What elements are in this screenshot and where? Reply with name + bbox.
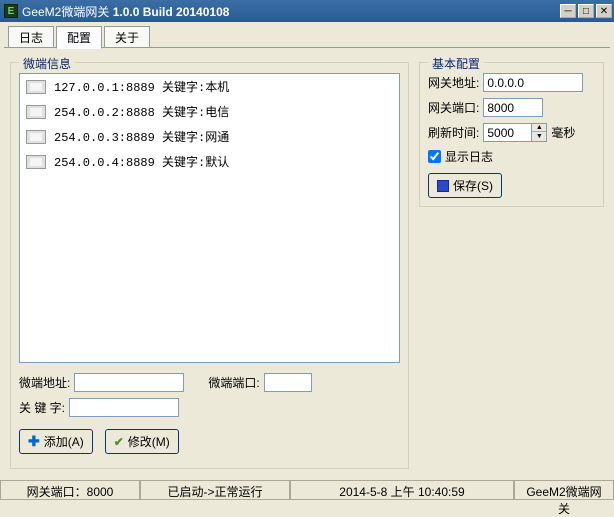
tab-config[interactable]: 配置 [56,26,102,49]
list-item[interactable]: 254.0.0.4:8889 关键字:默认 [20,149,399,174]
save-icon [437,180,449,192]
refresh-label: 刷新时间: [428,124,479,141]
list-item-text: 254.0.0.3:8889 关键字:网通 [54,128,229,145]
refresh-unit: 毫秒 [551,124,575,141]
window-title: GeeM2微端网关 1.0.0 Build 20140108 [22,3,558,20]
spinner-down-icon[interactable]: ▼ [532,132,546,140]
list-item-text: 254.0.0.2:8888 关键字:电信 [54,103,229,120]
modify-button-label: 修改(M) [128,433,170,450]
modify-button[interactable]: ✔ 修改(M) [105,429,179,454]
micro-addr-label: 微端地址: [19,374,70,391]
micro-addr-input[interactable] [74,373,184,392]
status-port: 网关端口：8000 [0,481,140,500]
status-app: GeeM2微端网关 [514,481,614,500]
maximize-button[interactable]: □ [578,4,594,18]
tab-about[interactable]: 关于 [104,26,150,48]
save-button[interactable]: 保存(S) [428,173,502,198]
show-log-label: 显示日志 [445,148,493,165]
refresh-input[interactable] [483,123,531,142]
refresh-spinner[interactable]: ▲▼ [483,123,547,142]
save-button-label: 保存(S) [453,177,493,194]
micro-info-title: 微端信息 [19,55,75,72]
gateway-port-label: 网关端口: [428,99,479,116]
monitor-icon [26,130,46,144]
monitor-icon [26,105,46,119]
plus-icon: ✚ [28,433,40,450]
titlebar: E GeeM2微端网关 1.0.0 Build 20140108 ─ □ ✕ [0,0,614,22]
add-button[interactable]: ✚添加(A) [19,429,93,454]
title-prefix: GeeM2微端网关 [22,5,113,19]
keyword-input[interactable] [69,398,179,417]
list-item[interactable]: 127.0.0.1:8889 关键字:本机 [20,74,399,99]
status-time: 2014-5-8 上午 10:40:59 [290,481,514,500]
title-version: 1.0.0 Build 20140108 [113,5,230,19]
statusbar: 网关端口：8000 已启动->正常运行 2014-5-8 上午 10:40:59… [0,480,614,500]
keyword-label: 关 键 字: [19,399,65,416]
close-button[interactable]: ✕ [596,4,612,18]
micro-port-label: 微端端口: [208,374,259,391]
add-button-label: 添加(A) [44,433,84,450]
show-log-checkbox[interactable] [428,150,441,163]
list-item[interactable]: 254.0.0.3:8889 关键字:网通 [20,124,399,149]
gateway-addr-label: 网关地址: [428,74,479,91]
status-state: 已启动->正常运行 [140,481,290,500]
micro-port-input[interactable] [264,373,312,392]
spinner-up-icon[interactable]: ▲ [532,124,546,132]
monitor-icon [26,80,46,94]
micro-list[interactable]: 127.0.0.1:8889 关键字:本机 254.0.0.2:8888 关键字… [19,73,400,363]
list-item-text: 254.0.0.4:8889 关键字:默认 [54,153,229,170]
gateway-port-input[interactable] [483,98,543,117]
app-icon: E [4,4,18,18]
tab-log[interactable]: 日志 [8,26,54,48]
check-icon: ✔ [114,435,124,449]
minimize-button[interactable]: ─ [560,4,576,18]
monitor-icon [26,155,46,169]
gateway-addr-input[interactable] [483,73,583,92]
tabs: 日志 配置 关于 [0,22,614,48]
list-item[interactable]: 254.0.0.2:8888 关键字:电信 [20,99,399,124]
basic-config-title: 基本配置 [428,55,484,72]
list-item-text: 127.0.0.1:8889 关键字:本机 [54,78,229,95]
